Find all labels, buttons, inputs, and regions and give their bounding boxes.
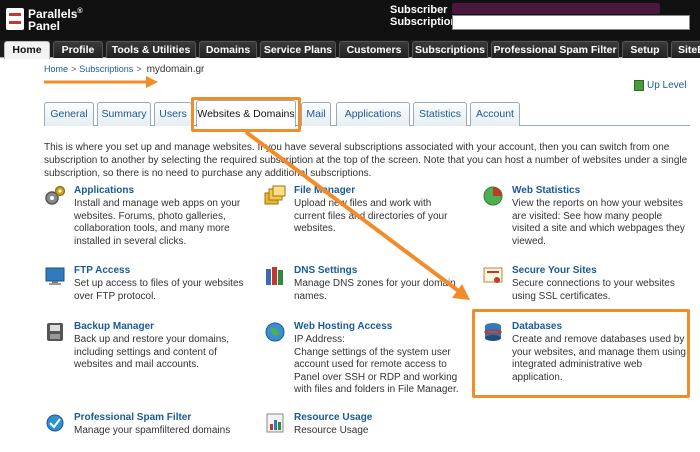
web-hosting-access-desc: IP Address: Change settings of the syste… <box>294 334 459 395</box>
nav-tab-profile[interactable]: Profile <box>53 41 103 58</box>
nav-tab-sitebuilder[interactable]: SiteBuilder <box>671 41 700 58</box>
parallels-logo-text: Parallels® Panel <box>28 7 83 33</box>
breadcrumb-subscriptions[interactable]: Subscriptions <box>79 64 133 74</box>
highlight-websites-domains <box>191 97 301 132</box>
globe-icon <box>265 322 285 342</box>
tab-general[interactable]: General <box>44 102 94 126</box>
pie-chart-icon <box>483 186 503 206</box>
ftp-access-link[interactable]: FTP Access <box>74 265 130 276</box>
backup-manager-link[interactable]: Backup Manager <box>74 321 154 332</box>
nav-tab-tools[interactable]: Tools & Utilities <box>106 41 196 58</box>
up-level-label: Up Level <box>647 80 687 91</box>
resource-usage-icon <box>266 413 284 433</box>
nav-tab-spam-filter[interactable]: Professional Spam Filter <box>491 41 619 58</box>
web-hosting-access-link[interactable]: Web Hosting Access <box>294 321 392 332</box>
tab-mail[interactable]: Mail <box>301 102 331 126</box>
top-header: Parallels® Panel Subscriber Subscription <box>0 0 700 40</box>
dns-books-icon <box>266 267 283 285</box>
main-nav: Home Profile Tools & Utilities Domains S… <box>0 40 700 59</box>
resource-usage-desc: Resource Usage <box>294 425 369 436</box>
ftp-access-desc: Set up access to files of your websites … <box>74 278 244 302</box>
file-manager-link[interactable]: File Manager <box>294 185 355 196</box>
secure-sites-desc: Secure connections to your websites usin… <box>512 278 675 302</box>
monitor-icon <box>45 267 65 285</box>
highlight-databases <box>472 309 690 398</box>
spam-filter-link[interactable]: Professional Spam Filter <box>74 412 191 423</box>
subscription-select[interactable] <box>452 15 690 30</box>
tab-applications[interactable]: Applications <box>336 102 410 126</box>
applications-link[interactable]: Applications <box>74 185 134 196</box>
subscriber-label: Subscriber <box>390 4 448 16</box>
parallels-logo-icon <box>6 8 24 30</box>
breadcrumb-current: mydomain.gr <box>146 64 205 75</box>
up-level-link[interactable]: Up Level <box>634 80 686 91</box>
file-manager-desc: Upload new files and work with current f… <box>294 198 448 234</box>
subscription-tabs: General Summary Users Websites & Domains… <box>44 100 690 127</box>
spam-filter-desc: Manage your spamfiltered domains <box>74 425 231 436</box>
parallels-logo[interactable]: Parallels® Panel <box>6 6 83 32</box>
nav-tab-domains[interactable]: Domains <box>199 41 257 58</box>
nav-tab-setup[interactable]: Setup <box>622 41 668 58</box>
breadcrumb: Home > Subscriptions > mydomain.gr <box>44 64 204 75</box>
gears-icon <box>45 185 66 205</box>
folders-icon <box>264 185 286 205</box>
dns-settings-desc: Manage DNS zones for your domain names. <box>294 278 456 302</box>
subscriber-value <box>452 3 660 14</box>
secure-sites-link[interactable]: Secure Your Sites <box>512 265 597 276</box>
resource-usage-link[interactable]: Resource Usage <box>294 412 372 423</box>
up-level-icon <box>634 80 644 91</box>
breadcrumb-home[interactable]: Home <box>44 64 68 74</box>
backup-icon <box>47 323 63 341</box>
tab-summary[interactable]: Summary <box>97 102 151 126</box>
web-statistics-link[interactable]: Web Statistics <box>512 185 580 196</box>
subscription-label: Subscription <box>390 16 458 28</box>
dns-settings-link[interactable]: DNS Settings <box>294 265 357 276</box>
nav-tab-home[interactable]: Home <box>4 41 50 59</box>
certificate-icon <box>483 267 503 283</box>
breadcrumb-separator: > <box>71 64 77 74</box>
tab-statistics[interactable]: Statistics <box>413 102 467 126</box>
nav-tab-subscriptions[interactable]: Subscriptions <box>412 41 488 58</box>
breadcrumb-separator: > <box>136 64 142 74</box>
tab-users[interactable]: Users <box>154 102 192 126</box>
backup-manager-desc: Back up and restore your domains, includ… <box>74 334 230 370</box>
nav-tab-service-plans[interactable]: Service Plans <box>260 41 336 58</box>
nav-tab-customers[interactable]: Customers <box>339 41 409 58</box>
intro-text: This is where you set up and manage webs… <box>44 142 688 179</box>
tab-account[interactable]: Account <box>470 102 520 126</box>
web-statistics-desc: View the reports on how your websites ar… <box>512 198 685 247</box>
spam-filter-icon <box>46 414 64 432</box>
applications-desc: Install and manage web apps on your webs… <box>74 198 241 247</box>
